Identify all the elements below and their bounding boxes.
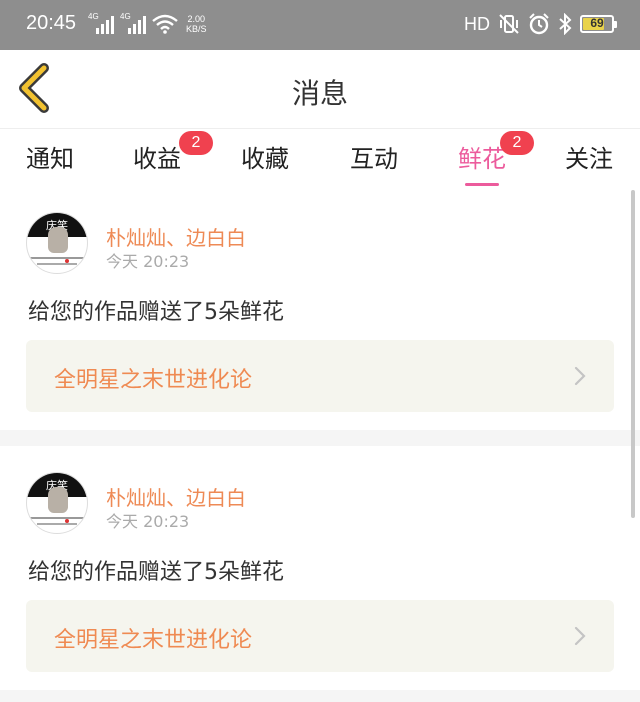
- tab-following[interactable]: 关注: [565, 139, 613, 174]
- tab-label: 收藏: [241, 145, 289, 173]
- status-bar: 20:45 4G 4G 2.00 KB/S HD 69: [0, 0, 640, 50]
- tab-earnings[interactable]: 收益 2: [133, 131, 213, 174]
- message-list[interactable]: 庆笑 朴灿灿、边白白 今天 20:23 给您的作品赠送了5朵鲜花 全明星之末世进…: [0, 186, 640, 702]
- chevron-right-icon: [574, 366, 586, 386]
- wifi-icon: [152, 14, 178, 34]
- section-divider: [0, 430, 640, 446]
- header: 消息: [0, 50, 640, 128]
- message-text: 给您的作品赠送了5朵鲜花: [28, 560, 284, 585]
- alarm-icon: [529, 13, 549, 35]
- section-divider: [0, 690, 640, 702]
- status-right: HD 69: [464, 13, 617, 35]
- work-title: 全明星之末世进化论: [54, 368, 253, 393]
- tab-favorites[interactable]: 收藏: [241, 139, 289, 174]
- tab-interactions[interactable]: 互动: [350, 139, 398, 174]
- avatar[interactable]: 庆笑: [26, 212, 88, 274]
- tab-label: 通知: [26, 145, 74, 173]
- sender-name[interactable]: 朴灿灿、边白白: [106, 482, 246, 511]
- battery-level: 69: [590, 16, 604, 30]
- page-title: 消息: [291, 77, 348, 110]
- sender-name[interactable]: 朴灿灿、边白白: [106, 222, 246, 251]
- tab-label: 互动: [350, 145, 398, 173]
- avatar[interactable]: 庆笑: [26, 472, 88, 534]
- speed-value: 2.00: [187, 14, 206, 24]
- network-speed: 2.00 KB/S: [186, 14, 207, 34]
- message-time: 今天 20:23: [106, 512, 190, 531]
- network-indicators: 4G 4G 2.00 KB/S: [88, 12, 207, 34]
- work-link[interactable]: 全明星之末世进化论: [26, 340, 614, 412]
- hd-indicator: HD: [464, 13, 490, 34]
- list-item: 庆笑 朴灿灿、边白白 今天 20:23 给您的作品赠送了5朵鲜花 全明星之末世进…: [0, 186, 640, 430]
- work-link[interactable]: 全明星之末世进化论: [26, 600, 614, 672]
- battery-icon: 69: [580, 15, 617, 33]
- vibrate-mute-icon: [499, 14, 519, 34]
- clock: 20:45: [26, 12, 77, 34]
- message-text: 给您的作品赠送了5朵鲜花: [28, 300, 284, 325]
- cell-signal-icon: 4G: [88, 12, 114, 34]
- tab-flowers[interactable]: 鲜花 2: [458, 131, 534, 186]
- message-time: 今天 20:23: [106, 252, 190, 271]
- scrollbar[interactable]: [631, 190, 635, 518]
- tab-label: 收益: [133, 145, 181, 173]
- work-title: 全明星之末世进化论: [54, 628, 253, 653]
- speed-unit: KB/S: [186, 24, 207, 34]
- tab-label: 鲜花: [458, 145, 506, 173]
- cell-signal-icon: 4G: [120, 12, 146, 34]
- list-item: 庆笑 朴灿灿、边白白 今天 20:23 给您的作品赠送了5朵鲜花 全明星之末世进…: [0, 446, 640, 690]
- tab-notifications[interactable]: 通知: [26, 139, 74, 174]
- tab-bar: 通知 收益 2 收藏 互动 鲜花 2 关注: [0, 128, 640, 186]
- tab-label: 关注: [565, 145, 613, 173]
- chevron-right-icon: [574, 626, 586, 646]
- unread-badge: 2: [179, 131, 213, 155]
- unread-badge: 2: [500, 131, 534, 155]
- bluetooth-icon: [559, 13, 572, 35]
